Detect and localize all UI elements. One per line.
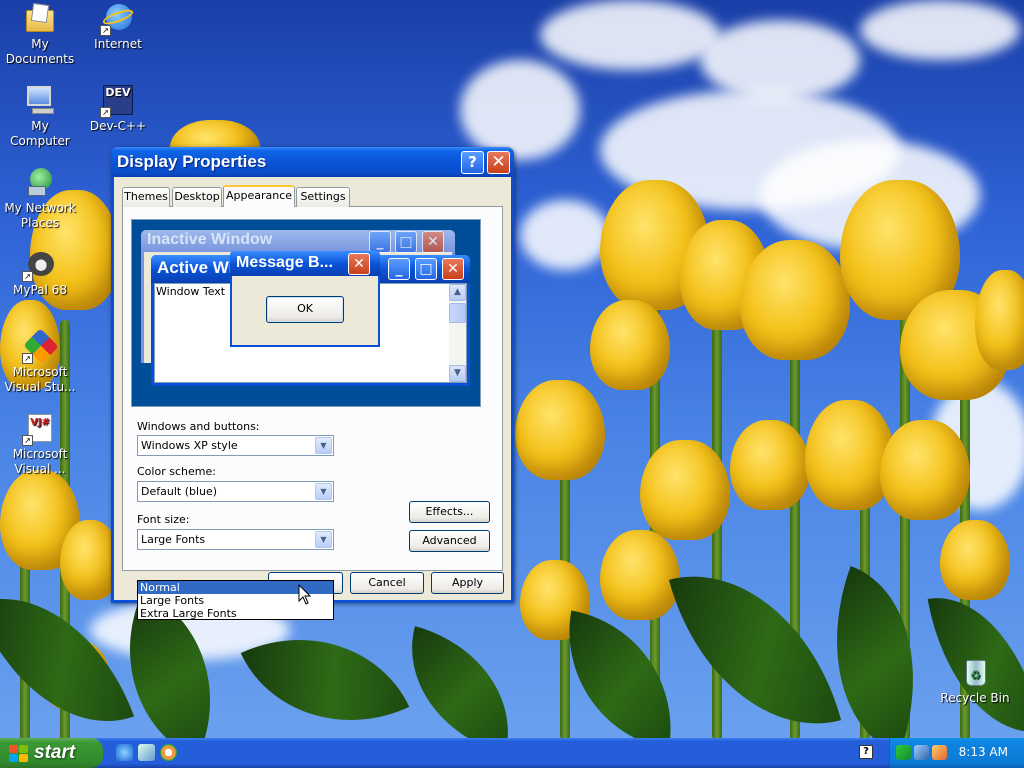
preview-inactive-maximize-icon: □	[395, 231, 417, 253]
visual-jsharp-icon: VJ# ↗	[22, 412, 56, 446]
system-tray: 8:13 AM	[889, 738, 1024, 768]
quicklaunch-media-player-icon[interactable]	[160, 744, 177, 761]
font-size-label: Font size:	[137, 513, 190, 526]
chevron-down-icon[interactable]: ▼	[315, 483, 332, 500]
scroll-up-icon: ▲	[449, 284, 466, 301]
cancel-button[interactable]: Cancel	[350, 572, 424, 594]
close-button[interactable]: ✕	[487, 151, 510, 174]
shortcut-arrow-icon: ↗	[100, 25, 111, 36]
desktop-icon-network-places[interactable]: My Network Places	[1, 166, 79, 231]
clock[interactable]: 8:13 AM	[959, 745, 1008, 759]
shortcut-arrow-icon: ↗	[22, 435, 33, 446]
preview-scrollbar: ▲ ▼	[449, 284, 466, 382]
folder-documents-icon	[24, 2, 56, 34]
shortcut-arrow-icon: ↗	[22, 353, 33, 364]
tab-settings[interactable]: Settings	[296, 187, 350, 207]
title-bar[interactable]: Display Properties ? ✕	[111, 147, 514, 177]
preview-minimize-icon: _	[388, 258, 410, 280]
desktop-icon-recycle-bin[interactable]: ♻ Recycle Bin	[936, 656, 1014, 706]
recycle-bin-icon: ♻	[959, 656, 991, 688]
network-places-icon	[24, 166, 56, 198]
desktop-icon-visual-jsharp[interactable]: VJ# ↗ Microsoft Visual ...	[1, 412, 79, 477]
font-size-option-extra-large[interactable]: Extra Large Fonts	[138, 607, 333, 620]
mouse-cursor-icon	[298, 584, 312, 605]
tab-appearance[interactable]: Appearance	[223, 185, 295, 207]
tray-connection-icon[interactable]	[914, 745, 929, 760]
effects-button[interactable]: Effects...	[409, 501, 490, 523]
preview-message-close-icon: ✕	[348, 253, 370, 275]
computer-icon	[24, 84, 56, 116]
desktop-icon-internet[interactable]: ↗ Internet	[79, 2, 157, 52]
preview-close-icon: ✕	[442, 258, 464, 280]
tray-search-icon[interactable]	[932, 745, 947, 760]
font-size-select[interactable]: Large Fonts ▼	[137, 529, 334, 550]
internet-explorer-icon: ↗	[100, 2, 135, 36]
desktop-icon-devcpp[interactable]: DEV ↗ Dev-C++	[79, 84, 157, 134]
desktop-icon-my-computer[interactable]: My Computer	[1, 84, 79, 149]
help-button[interactable]: ?	[461, 151, 484, 174]
devcpp-icon: DEV ↗	[100, 84, 134, 118]
preview-ok-button: OK	[266, 296, 344, 323]
tab-themes[interactable]: Themes	[122, 187, 170, 207]
mypal-raccoon-icon: ↗	[22, 248, 56, 282]
advanced-button[interactable]: Advanced	[409, 530, 490, 552]
appearance-preview: Inactive Window _ □ ✕ Active Window _ □ …	[131, 219, 481, 407]
display-properties-window: Display Properties ? ✕ Themes Desktop Ap…	[111, 147, 514, 620]
windows-buttons-select[interactable]: Windows XP style ▼	[137, 435, 334, 456]
tab-desktop[interactable]: Desktop	[172, 187, 222, 207]
preview-window-text: Window Text	[156, 285, 226, 298]
windows-buttons-label: Windows and buttons:	[137, 420, 260, 433]
quicklaunch-ie-icon[interactable]	[116, 744, 133, 761]
desktop-icon-visual-studio[interactable]: ↗ Microsoft Visual Stu...	[1, 328, 79, 395]
chevron-down-icon[interactable]: ▼	[315, 531, 332, 548]
visual-studio-icon: ↗	[22, 328, 59, 364]
window-title: Display Properties	[117, 152, 267, 171]
window-client-area: Themes Desktop Appearance Settings Inact…	[114, 177, 511, 620]
start-button[interactable]: start	[0, 738, 103, 768]
preview-inactive-close-icon: ✕	[422, 231, 444, 253]
color-scheme-label: Color scheme:	[137, 465, 216, 478]
color-scheme-select[interactable]: Default (blue) ▼	[137, 481, 334, 502]
windows-logo-icon	[9, 745, 29, 762]
shortcut-arrow-icon: ↗	[22, 271, 33, 282]
taskbar: start ? 8:13 AM	[0, 738, 1024, 768]
shortcut-arrow-icon: ↗	[100, 107, 111, 118]
desktop-icon-mypal[interactable]: ↗ MyPal 68	[1, 248, 79, 298]
apply-button[interactable]: Apply	[431, 572, 504, 594]
chevron-down-icon[interactable]: ▼	[315, 437, 332, 454]
tray-network-icon[interactable]	[896, 745, 911, 760]
preview-message-box: Message B... ✕ OK	[230, 251, 380, 347]
help-question-icon[interactable]: ?	[859, 745, 873, 759]
preview-inactive-minimize-icon: _	[369, 231, 391, 253]
desktop-icon-my-documents[interactable]: My Documents	[1, 2, 79, 67]
scroll-down-icon: ▼	[449, 365, 466, 382]
preview-maximize-icon: □	[415, 258, 437, 280]
quicklaunch-desktop-icon[interactable]	[138, 744, 155, 761]
